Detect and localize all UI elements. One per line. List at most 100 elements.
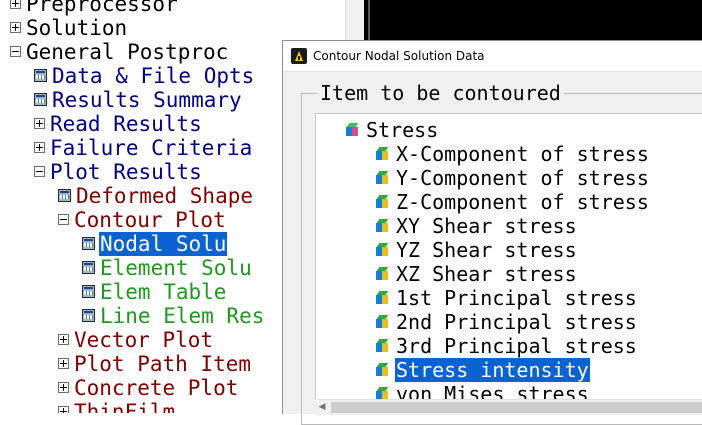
list-item-label: Stress <box>366 118 439 142</box>
expand-plus-icon[interactable] <box>10 21 21 33</box>
list-item[interactable]: YZ Shear stress <box>376 238 578 262</box>
tree-item-label: Results Summary <box>52 88 242 112</box>
collapse-minus-icon[interactable] <box>34 165 45 177</box>
function-icon <box>82 284 95 298</box>
tree-item-plot-results[interactable]: Plot Results <box>34 160 203 184</box>
tree-item-label: Contour Plot <box>74 208 226 232</box>
tree-item-concrete-plot[interactable]: Concrete Plot <box>58 376 239 400</box>
tree-item-label: Concrete Plot <box>74 376 239 400</box>
list-item-label: Z-Component of stress <box>396 190 649 214</box>
tree-item-read-results[interactable]: Read Results <box>34 112 203 136</box>
tree-item-label: Vector Plot <box>74 328 214 352</box>
tree-item-deformed-shape[interactable]: Deformed Shape <box>58 184 254 208</box>
list-item-label: von Mises stress <box>396 382 589 400</box>
function-icon <box>82 236 95 250</box>
tree-item-plot-path-item[interactable]: Plot Path Item <box>58 352 252 376</box>
function-icon <box>58 188 71 202</box>
tree-item-label: General Postproc <box>26 40 229 64</box>
tree-item-failure-criteria[interactable]: Failure Criteria <box>34 136 253 160</box>
list-item[interactable]: Z-Component of stress <box>376 190 650 214</box>
list-item-label: X-Component of stress <box>396 142 649 166</box>
tree-folder-stress[interactable]: Stress <box>346 118 439 142</box>
tree-item-general-postproc[interactable]: General Postproc <box>10 40 229 64</box>
scrollbar-thumb[interactable] <box>331 402 702 413</box>
result-item-icon <box>376 290 390 305</box>
list-item-label: 2nd Principal stress <box>396 310 637 334</box>
tree-item-label: Line Elem Res <box>100 304 265 328</box>
list-item[interactable]: XZ Shear stress <box>376 262 578 286</box>
list-item[interactable]: XY Shear stress <box>376 214 578 238</box>
tree-item-label: Plot Results <box>50 160 202 184</box>
expand-plus-icon[interactable] <box>58 357 69 369</box>
result-item-icon <box>376 314 390 329</box>
tree-item-label: Solution <box>26 16 128 40</box>
tree-item-label: Data & File Opts <box>52 64 255 88</box>
tree-item-results-summary[interactable]: Results Summary <box>34 88 243 112</box>
tree-item-thinfilm[interactable]: ThinFilm <box>58 400 176 413</box>
function-icon <box>82 260 95 274</box>
group-label: Item to be contoured <box>317 81 564 105</box>
expand-plus-icon[interactable] <box>34 141 45 153</box>
tree-item-label: Nodal Solu <box>99 232 228 256</box>
tree-item-contour-plot[interactable]: Contour Plot <box>58 208 227 232</box>
tree-item-line-elem-res[interactable]: Line Elem Res <box>82 304 265 328</box>
tree-item-nodal-solu[interactable]: Nodal Solu <box>82 232 228 256</box>
function-icon <box>34 68 47 82</box>
result-item-icon <box>376 242 390 257</box>
result-item-icon <box>376 266 390 281</box>
expand-plus-icon[interactable] <box>10 0 21 9</box>
list-item-label: YZ Shear stress <box>396 238 577 262</box>
list-item[interactable]: Stress intensity <box>376 358 590 382</box>
tree-item-label: Element Solu <box>100 256 252 280</box>
tree-item-label: Failure Criteria <box>50 136 253 160</box>
dialog-title: Contour Nodal Solution Data <box>313 49 485 63</box>
tree-item-label: Elem Table <box>100 280 227 304</box>
scroll-left-arrow-icon[interactable]: ◀ <box>317 402 327 412</box>
tree-item-data-file-opts[interactable]: Data & File Opts <box>34 64 255 88</box>
tree-item-label: Plot Path Item <box>74 352 252 376</box>
result-item-icon <box>376 218 390 233</box>
item-tree-list[interactable]: Stress X-Component of stress Y-Component o… <box>315 113 702 400</box>
list-item[interactable]: Y-Component of stress <box>376 166 650 190</box>
function-icon <box>34 92 47 106</box>
list-item[interactable]: X-Component of stress <box>376 142 650 166</box>
tree-item-solution[interactable]: Solution <box>10 16 128 40</box>
list-item[interactable]: von Mises stress <box>376 382 590 400</box>
dialog-titlebar[interactable]: Contour Nodal Solution Data <box>283 41 702 72</box>
list-item[interactable]: 3rd Principal stress <box>376 334 638 358</box>
collapse-minus-icon[interactable] <box>10 45 21 57</box>
ansys-logo-icon <box>291 48 307 64</box>
tree-item-element-solu[interactable]: Element Solu <box>82 256 253 280</box>
expand-plus-icon[interactable] <box>58 333 69 345</box>
result-folder-icon <box>346 122 360 137</box>
graphics-window-border <box>368 0 370 40</box>
tree-item-label: ThinFilm <box>74 400 176 413</box>
list-item-label: Stress intensity <box>395 358 590 382</box>
list-item-label: Y-Component of stress <box>396 166 649 190</box>
contour-nodal-solution-dialog: Contour Nodal Solution Data Item to be c… <box>282 40 702 425</box>
result-item-icon <box>376 194 390 209</box>
tree-item-preprocessor[interactable]: Preprocessor <box>10 0 179 16</box>
result-item-icon <box>376 338 390 353</box>
result-item-icon <box>376 362 390 377</box>
list-item-label: 1st Principal stress <box>396 286 637 310</box>
tree-item-label: Deformed Shape <box>76 184 254 208</box>
tree-item-elem-table[interactable]: Elem Table <box>82 280 227 304</box>
tree-item-vector-plot[interactable]: Vector Plot <box>58 328 214 352</box>
expand-plus-icon[interactable] <box>58 381 69 393</box>
tree-item-label: Read Results <box>50 112 202 136</box>
graphics-window[interactable] <box>364 0 702 40</box>
result-item-icon <box>376 146 390 161</box>
list-item-label: 3rd Principal stress <box>396 334 637 358</box>
list-item[interactable]: 2nd Principal stress <box>376 310 638 334</box>
result-item-icon <box>376 170 390 185</box>
list-item-label: XZ Shear stress <box>396 262 577 286</box>
tree-item-label: Preprocessor <box>26 0 178 16</box>
list-item[interactable]: 1st Principal stress <box>376 286 638 310</box>
result-item-icon <box>376 386 390 399</box>
collapse-minus-icon[interactable] <box>58 213 69 225</box>
function-icon <box>82 308 95 322</box>
expand-plus-icon[interactable] <box>34 117 45 129</box>
list-item-label: XY Shear stress <box>396 214 577 238</box>
expand-plus-icon[interactable] <box>58 405 69 413</box>
